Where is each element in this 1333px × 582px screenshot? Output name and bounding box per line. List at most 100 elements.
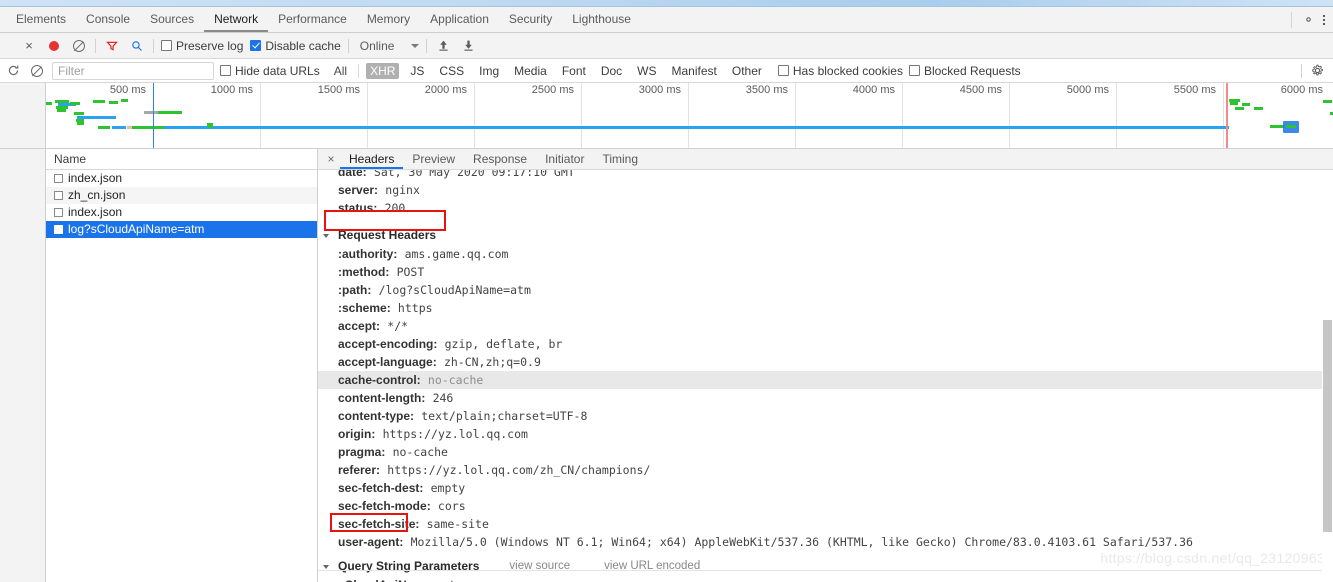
overview-canvas[interactable]: 500 ms 1000 ms 1500 ms 2000 ms 2500 ms 3…	[46, 83, 1333, 148]
header-value: nginx	[385, 183, 420, 197]
chip-img[interactable]: Img	[475, 63, 503, 79]
filterbar-right-icons	[1301, 63, 1333, 78]
request-name: index.json	[68, 171, 123, 185]
close-icon[interactable]: ×	[20, 37, 38, 55]
header-value: same-site	[426, 517, 489, 531]
details-tab-timing[interactable]: Timing	[593, 149, 647, 169]
details-tab-headers[interactable]: Headers	[340, 149, 404, 169]
header-row-status[interactable]: status: 200	[318, 199, 1333, 217]
header-row-cache-control[interactable]: cache-control: no-cache	[318, 371, 1333, 389]
table-row[interactable]: zh_cn.json	[46, 187, 317, 204]
network-overview-timeline[interactable]: 500 ms 1000 ms 1500 ms 2000 ms 2500 ms 3…	[0, 83, 1333, 149]
header-value: */*	[387, 319, 409, 333]
chip-font[interactable]: Font	[558, 63, 590, 79]
details-tab-preview[interactable]: Preview	[403, 149, 464, 169]
devtools-tab-console[interactable]: Console	[76, 7, 140, 32]
clear-icon[interactable]	[28, 62, 46, 80]
close-icon[interactable]: ×	[322, 152, 340, 166]
file-icon	[54, 225, 63, 234]
blocked-requests-checkbox[interactable]: Blocked Requests	[908, 64, 1021, 78]
view-source-link[interactable]: view source	[509, 557, 570, 576]
devtools-tab-network[interactable]: Network	[204, 7, 269, 32]
table-row-selected[interactable]: log?sCloudApiName=atm	[46, 221, 317, 238]
gear-icon[interactable]	[1311, 64, 1324, 77]
header-row-path[interactable]: :path: /log?sCloudApiName=atm	[318, 281, 1333, 299]
header-value: text/plain;charset=UTF-8	[421, 409, 588, 423]
chip-manifest[interactable]: Manifest	[668, 63, 721, 79]
details-tab-initiator[interactable]: Initiator	[536, 149, 593, 169]
chip-xhr[interactable]: XHR	[366, 62, 400, 79]
header-row-method[interactable]: :method: POST	[318, 263, 1333, 281]
header-row-pragma[interactable]: pragma: no-cache	[318, 443, 1333, 461]
devtools-tab-elements[interactable]: Elements	[6, 7, 76, 32]
section-label: Query String Parameters	[338, 559, 480, 573]
disable-cache-checkbox[interactable]: Disable cache	[250, 39, 341, 53]
table-row[interactable]: index.json	[46, 170, 317, 187]
header-key: sec-fetch-mode:	[338, 499, 431, 513]
throttling-select[interactable]: Online	[360, 39, 395, 53]
header-row-accept-encoding[interactable]: accept-encoding: gzip, deflate, br	[318, 335, 1333, 353]
filter-input[interactable]	[52, 61, 214, 80]
header-row-server[interactable]: server: nginx	[318, 181, 1333, 199]
funnel-icon[interactable]	[103, 37, 121, 55]
checkbox-box	[161, 40, 172, 51]
devtools-tab-performance[interactable]: Performance	[268, 7, 357, 32]
header-row-scheme[interactable]: :scheme: https	[318, 299, 1333, 317]
devtools-tab-lighthouse[interactable]: Lighthouse	[562, 7, 641, 32]
query-param-row-scloudapiname[interactable]: sCloudApiName: atm	[318, 576, 1333, 582]
preserve-log-checkbox[interactable]: Preserve log	[161, 39, 243, 53]
header-row-sec-fetch-dest[interactable]: sec-fetch-dest: empty	[318, 479, 1333, 497]
details-tab-response[interactable]: Response	[464, 149, 536, 169]
header-key: user-agent:	[338, 535, 404, 549]
chevron-down-icon[interactable]	[323, 233, 329, 238]
chip-css[interactable]: CSS	[435, 63, 468, 79]
header-row-authority[interactable]: :authority: ams.game.qq.com	[318, 245, 1333, 263]
chevron-down-icon[interactable]	[323, 564, 329, 569]
request-headers-section-title[interactable]: Request Headers	[318, 226, 1333, 245]
upload-arrow-icon[interactable]	[434, 37, 452, 55]
header-key: pragma:	[338, 445, 386, 459]
clear-icon[interactable]	[70, 37, 88, 55]
chip-media[interactable]: Media	[510, 63, 551, 79]
table-row[interactable]: index.json	[46, 204, 317, 221]
param-key: sCloudApiName:	[338, 578, 435, 582]
record-dot-icon[interactable]	[45, 37, 63, 55]
header-row-origin[interactable]: origin: https://yz.lol.qq.com	[318, 425, 1333, 443]
header-row-referer[interactable]: referer: https://yz.lol.qq.com/zh_CN/cha…	[318, 461, 1333, 479]
details-tab-bar: × Headers Preview Response Initiator Tim…	[318, 149, 1333, 170]
header-row-accept-language[interactable]: accept-language: zh-CN,zh;q=0.9	[318, 353, 1333, 371]
header-key: status:	[338, 201, 378, 215]
chip-js[interactable]: JS	[406, 63, 428, 79]
devtools-tab-security[interactable]: Security	[499, 7, 562, 32]
header-row-content-length[interactable]: content-length: 246	[318, 389, 1333, 407]
section-label: Request Headers	[338, 228, 437, 242]
header-value: Mozilla/5.0 (Windows NT 6.1; Win64; x64)…	[410, 535, 1193, 549]
tabbar-right-icons	[1291, 11, 1333, 28]
chip-ws[interactable]: WS	[633, 63, 660, 79]
chip-doc[interactable]: Doc	[597, 63, 626, 79]
chip-all[interactable]: All	[330, 63, 351, 79]
search-icon[interactable]	[128, 37, 146, 55]
download-arrow-icon[interactable]	[459, 37, 477, 55]
network-filter-bar: Hide data URLs All XHR JS CSS Img Media …	[0, 59, 1333, 83]
has-blocked-cookies-checkbox[interactable]: Has blocked cookies	[777, 64, 903, 78]
reload-icon[interactable]	[4, 62, 22, 80]
gear-icon[interactable]	[1302, 13, 1315, 26]
header-key: :method:	[338, 265, 390, 279]
header-row-accept[interactable]: accept: */*	[318, 317, 1333, 335]
request-list-column-name[interactable]: Name	[46, 149, 317, 170]
header-row-sec-fetch-mode[interactable]: sec-fetch-mode: cors	[318, 497, 1333, 515]
hide-data-urls-checkbox[interactable]: Hide data URLs	[220, 64, 320, 78]
chevron-down-icon[interactable]	[411, 43, 420, 48]
header-row-content-type[interactable]: content-type: text/plain;charset=UTF-8	[318, 407, 1333, 425]
details-scrollbar-thumb[interactable]	[1323, 320, 1332, 532]
devtools-tab-sources[interactable]: Sources	[140, 7, 204, 32]
kebab-menu-icon[interactable]	[1323, 14, 1325, 25]
details-scrollbar[interactable]	[1322, 170, 1333, 582]
header-row-user-agent[interactable]: user-agent: Mozilla/5.0 (Windows NT 6.1;…	[318, 533, 1333, 551]
devtools-tab-memory[interactable]: Memory	[357, 7, 420, 32]
chip-other[interactable]: Other	[728, 63, 766, 79]
header-row-sec-fetch-site[interactable]: sec-fetch-site: same-site	[318, 515, 1333, 533]
view-url-encoded-link[interactable]: view URL encoded	[604, 557, 700, 576]
devtools-tab-application[interactable]: Application	[420, 7, 499, 32]
